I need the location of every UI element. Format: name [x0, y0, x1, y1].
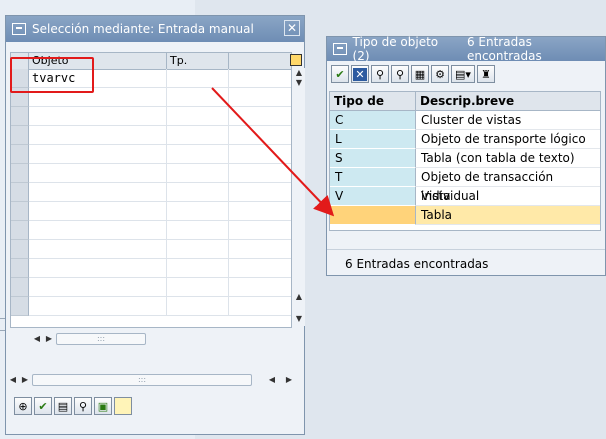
annotation-arrow [211, 87, 335, 217]
